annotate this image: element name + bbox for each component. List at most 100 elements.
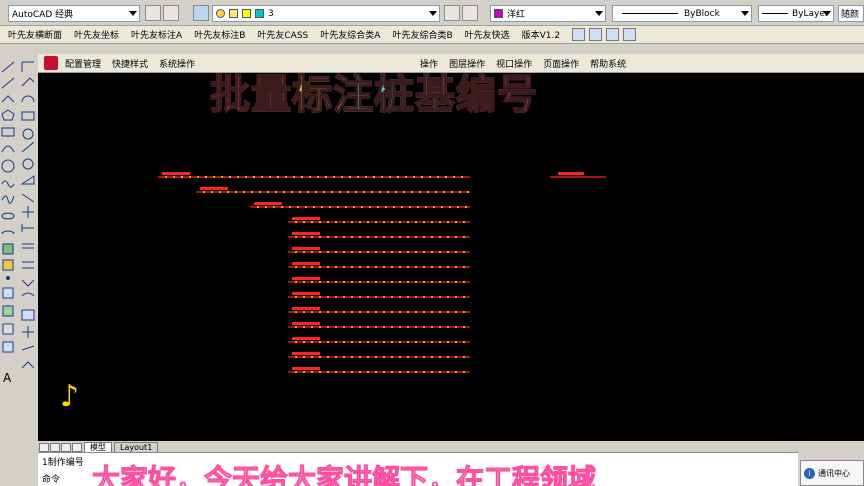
cass-menu-item[interactable]: 页面操作 (543, 57, 579, 70)
pile-label-mark (292, 292, 320, 295)
properties-toolbar: AutoCAD 经典 3 洋红 ByBlock ByLayer 随颜 (0, 0, 864, 26)
first-tab-icon[interactable] (39, 443, 49, 452)
pile-point (459, 191, 461, 193)
pile-point (431, 236, 433, 238)
communication-center[interactable]: i 通讯中心 (800, 460, 864, 486)
pile-point (321, 206, 323, 208)
table-icon (2, 341, 14, 353)
pile-point (295, 356, 297, 358)
toolbar-lock-icon[interactable] (163, 5, 179, 21)
pile-point (375, 236, 377, 238)
workspace-settings-icon[interactable] (145, 5, 161, 21)
plugin-menu-item[interactable]: 叶先友标注B (194, 28, 245, 41)
cass-menu-item[interactable]: 快捷样式 (112, 57, 148, 70)
plugin-menu-item[interactable]: 叶先友横断面 (8, 28, 62, 41)
color-value: 洋红 (507, 10, 526, 20)
pile-point (399, 251, 401, 253)
join-icon (22, 261, 34, 269)
pile-point (181, 176, 183, 178)
pile-point (303, 296, 305, 298)
pile-point (173, 176, 175, 178)
layer-previous-icon[interactable] (462, 5, 478, 21)
layer-manager-icon[interactable] (193, 5, 209, 21)
pile-point (343, 296, 345, 298)
make-layer-current-icon[interactable] (444, 5, 460, 21)
plugin-menu-item[interactable]: 版本V1.2 (522, 28, 560, 41)
pile-point (319, 221, 321, 223)
pile-point (407, 296, 409, 298)
pile-point (415, 266, 417, 268)
pile-point (277, 176, 279, 178)
pile-point (407, 311, 409, 313)
pile-point (283, 191, 285, 193)
pile-point (463, 236, 465, 238)
pile-point (357, 176, 359, 178)
plugin-menu-item[interactable]: 叶先友CASS (257, 28, 308, 41)
pile-point (265, 206, 267, 208)
pile-point (359, 221, 361, 223)
plugin-menu-item[interactable]: 叶先友综合类B (392, 28, 452, 41)
pile-point (363, 191, 365, 193)
layer-on-icon (216, 9, 225, 18)
tab-layout1[interactable]: Layout1 (114, 442, 159, 452)
pile-point (411, 191, 413, 193)
pile-point (367, 326, 369, 328)
pile-point (415, 221, 417, 223)
scale-icon (20, 175, 35, 185)
linetype-dropdown[interactable]: ByBlock (612, 5, 752, 22)
communication-center-label: 通讯中心 (818, 468, 850, 478)
help-icon[interactable] (623, 28, 637, 41)
last-tab-icon[interactable] (72, 443, 82, 452)
plugin-menu-item[interactable]: 叶先友综合类A (320, 28, 380, 41)
pile-point (251, 191, 253, 193)
pile-point (375, 296, 377, 298)
pile-point (335, 266, 337, 268)
pile-point (311, 236, 313, 238)
plotstyle-dropdown[interactable]: 随颜 (838, 5, 864, 22)
color-swatch-icon (494, 9, 503, 18)
plugin-menu-item[interactable]: 叶先友快选 (465, 28, 510, 41)
pile-point (383, 236, 385, 238)
pile-point (359, 251, 361, 253)
pile-point (335, 371, 337, 373)
next-tab-icon[interactable] (61, 443, 71, 452)
pile-point (337, 206, 339, 208)
pile-point (423, 251, 425, 253)
pile-point (421, 176, 423, 178)
pile-point (467, 191, 469, 193)
pile-point (303, 356, 305, 358)
grid-icon[interactable] (606, 28, 620, 41)
cass-logo-icon (44, 56, 58, 70)
pile-point (375, 356, 377, 358)
cass-menu-item[interactable]: 系统操作 (159, 57, 195, 70)
pile-point (315, 191, 317, 193)
drawing-canvas[interactable]: ♪ (38, 73, 864, 441)
pile-point (439, 251, 441, 253)
pile-label-mark (558, 172, 584, 175)
layer-dropdown[interactable]: 3 (212, 5, 440, 22)
tab-model[interactable]: 模型 (84, 442, 112, 452)
pile-point (439, 311, 441, 313)
workspace-dropdown[interactable]: AutoCAD 经典 (8, 5, 140, 22)
lineweight-dropdown[interactable]: ByLayer (758, 5, 834, 22)
pile-point (343, 311, 345, 313)
pile-point (319, 281, 321, 283)
pile-point (367, 251, 369, 253)
cass-menu-item[interactable]: 帮助系统 (590, 57, 626, 70)
extend-icon (21, 224, 34, 232)
pile-point (311, 281, 313, 283)
pile-point (431, 221, 433, 223)
color-dropdown[interactable]: 洋红 (490, 5, 606, 22)
prev-tab-icon[interactable] (50, 443, 60, 452)
cass-menu-item[interactable]: 配置管理 (65, 57, 101, 70)
plugin-menu-item[interactable]: 叶先友坐标 (74, 28, 119, 41)
pile-point (343, 341, 345, 343)
plugin-menu-item[interactable]: 叶先友标注A (131, 28, 182, 41)
pile-point (383, 281, 385, 283)
pile-point (351, 311, 353, 313)
pile-point (311, 326, 313, 328)
pile-point (439, 371, 441, 373)
table-icon[interactable] (589, 28, 603, 41)
chart-icon[interactable] (572, 28, 586, 41)
pile-point (439, 221, 441, 223)
